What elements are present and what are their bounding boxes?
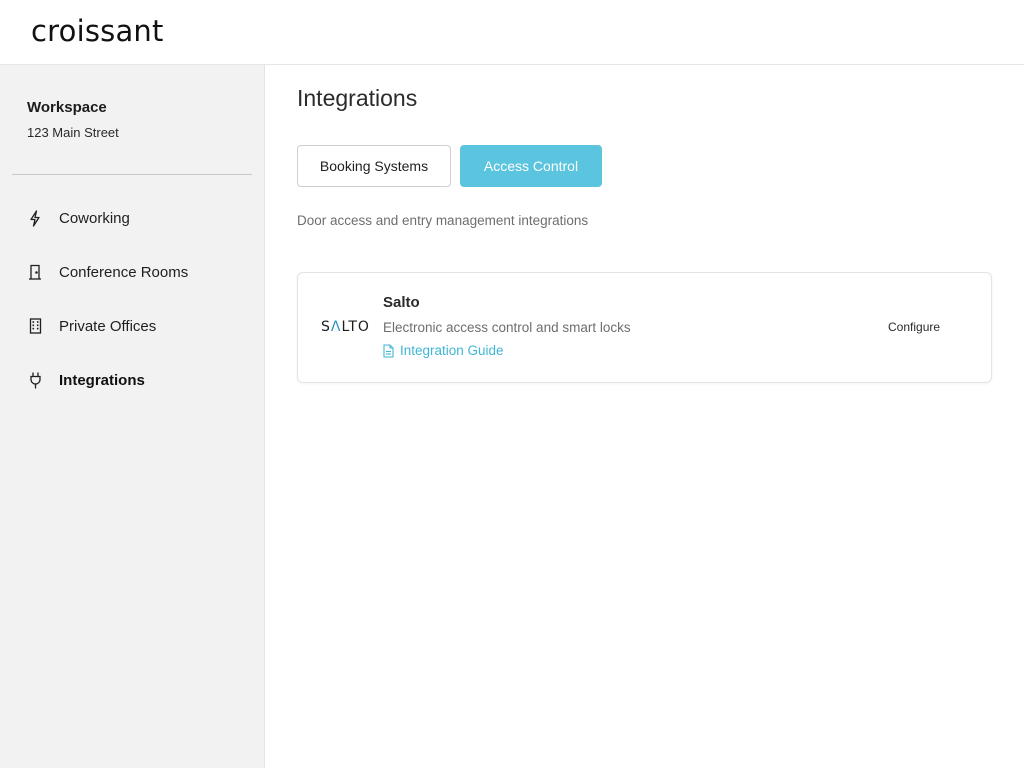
sidebar-item-label: Conference Rooms	[59, 263, 189, 281]
sidebar: Workspace 123 Main Street Coworking Conf…	[0, 65, 265, 768]
integration-card-salto: SΛLTO Salto Electronic access control an…	[297, 272, 992, 383]
sidebar-divider	[12, 174, 252, 175]
sidebar-item-integrations[interactable]: Integrations	[0, 360, 264, 400]
integration-description: Electronic access control and smart lock…	[383, 320, 631, 335]
configure-button[interactable]: Configure	[888, 320, 940, 334]
sidebar-item-label: Integrations	[59, 371, 145, 389]
plug-icon	[28, 371, 42, 389]
top-bar: croissant	[0, 0, 1024, 65]
bolt-icon	[28, 209, 42, 227]
main-content: Integrations Booking Systems Access Cont…	[265, 65, 1024, 768]
document-icon	[383, 343, 395, 358]
door-icon	[28, 263, 42, 281]
sidebar-item-label: Coworking	[59, 209, 130, 227]
integration-name: Salto	[383, 294, 420, 311]
tab-description: Door access and entry management integra…	[297, 213, 589, 228]
sidebar-item-private-offices[interactable]: Private Offices	[0, 306, 264, 346]
workspace-name: Workspace	[27, 99, 107, 116]
page-title: Integrations	[297, 85, 418, 111]
tab-access-control[interactable]: Access Control	[460, 145, 602, 187]
building-icon	[28, 317, 42, 335]
salto-logo: SΛLTO	[321, 319, 370, 335]
integration-guide-label: Integration Guide	[400, 343, 504, 358]
sidebar-item-conference-rooms[interactable]: Conference Rooms	[0, 252, 264, 292]
tab-booking-systems[interactable]: Booking Systems	[297, 145, 451, 187]
sidebar-item-coworking[interactable]: Coworking	[0, 198, 264, 238]
workspace-address: 123 Main Street	[27, 125, 119, 140]
app-logo[interactable]: croissant	[31, 14, 164, 48]
integration-guide-link[interactable]: Integration Guide	[383, 343, 504, 358]
sidebar-item-label: Private Offices	[59, 317, 157, 335]
